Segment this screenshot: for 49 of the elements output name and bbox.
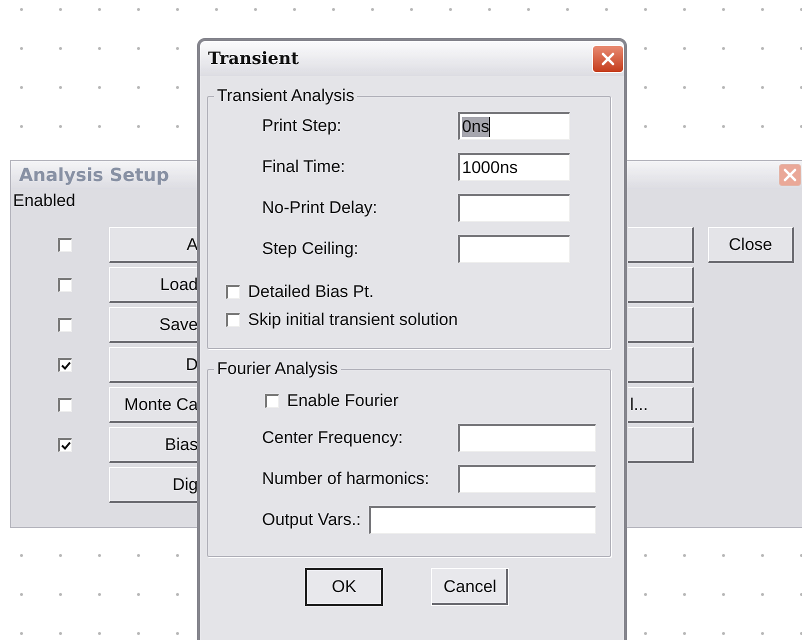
field-label: Print Step: bbox=[262, 116, 342, 136]
window-title: Analysis Setup bbox=[19, 164, 170, 186]
options-button[interactable] bbox=[628, 427, 694, 463]
analysis-button[interactable]: Bias bbox=[109, 427, 198, 463]
checkbox[interactable] bbox=[58, 438, 72, 452]
options-button[interactable]: l... bbox=[628, 387, 694, 423]
field-label: Output Vars.: bbox=[262, 510, 361, 530]
close-button[interactable]: Close bbox=[708, 227, 794, 263]
checkbox[interactable] bbox=[58, 318, 72, 332]
input-field[interactable] bbox=[458, 194, 570, 222]
close-icon bbox=[783, 168, 797, 182]
checkbox[interactable] bbox=[226, 313, 240, 327]
analysis-button[interactable]: Load bbox=[109, 267, 198, 303]
analysis-button[interactable]: Save bbox=[109, 307, 198, 343]
checkbox[interactable] bbox=[58, 238, 72, 252]
analysis-button[interactable]: D bbox=[109, 347, 198, 383]
options-button[interactable] bbox=[628, 307, 694, 343]
input-field[interactable] bbox=[368, 506, 596, 534]
field-label: Final Time: bbox=[262, 157, 346, 177]
analysis-button[interactable]: Dig bbox=[109, 467, 198, 503]
checkbox[interactable] bbox=[58, 398, 72, 412]
field-label: No-Print Delay: bbox=[262, 198, 378, 218]
checkbox[interactable] bbox=[226, 285, 240, 299]
group-title: Transient Analysis bbox=[216, 86, 356, 106]
input-field[interactable] bbox=[458, 465, 596, 493]
input-field[interactable] bbox=[458, 235, 570, 263]
checkbox-label: Enable Fourier bbox=[287, 391, 399, 411]
field-label: Number of harmonics: bbox=[262, 469, 430, 489]
input-field[interactable]: 1000ns bbox=[458, 153, 570, 181]
cancel-button[interactable]: Cancel bbox=[431, 568, 509, 606]
ok-button[interactable]: OK bbox=[305, 568, 383, 606]
checkbox-label: Detailed Bias Pt. bbox=[248, 282, 374, 302]
close-icon bbox=[601, 52, 615, 66]
dialog-title: Transient bbox=[208, 48, 299, 68]
field-label: Center Frequency: bbox=[262, 428, 403, 448]
checkbox[interactable] bbox=[58, 278, 72, 292]
options-button[interactable] bbox=[628, 347, 694, 383]
column-label: Enabled bbox=[13, 191, 76, 212]
checkbox-label: Skip initial transient solution bbox=[248, 310, 458, 330]
options-button[interactable] bbox=[628, 267, 694, 303]
input-field[interactable]: 0ns bbox=[458, 112, 570, 140]
checkbox[interactable] bbox=[58, 358, 72, 372]
input-field[interactable] bbox=[458, 424, 596, 452]
checkbox[interactable] bbox=[265, 394, 279, 408]
options-button[interactable] bbox=[628, 227, 694, 263]
analysis-button[interactable]: Monte Ca bbox=[109, 387, 198, 423]
analysis-button[interactable]: A bbox=[109, 227, 198, 263]
group-title: Fourier Analysis bbox=[216, 359, 339, 379]
field-label: Step Ceiling: bbox=[262, 239, 358, 259]
